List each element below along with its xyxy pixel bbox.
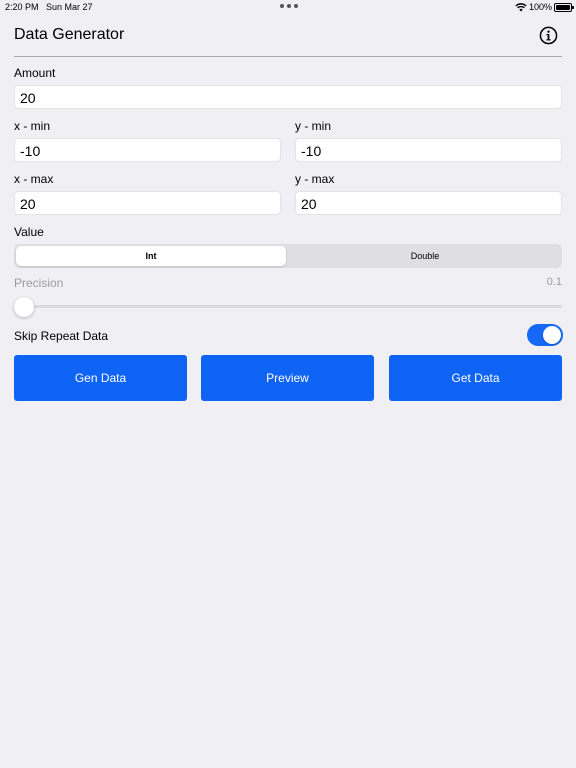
y-min-field[interactable]: -10 bbox=[295, 138, 562, 162]
y-max-label: y - max bbox=[295, 172, 335, 186]
y-max-field[interactable]: 20 bbox=[295, 191, 562, 215]
skip-repeat-toggle[interactable] bbox=[527, 324, 563, 346]
header-divider bbox=[14, 56, 562, 57]
wifi-icon bbox=[515, 3, 527, 12]
info-circle-icon[interactable] bbox=[539, 26, 558, 45]
x-min-field[interactable]: -10 bbox=[14, 138, 281, 162]
segment-double[interactable]: Double bbox=[290, 246, 560, 266]
amount-field[interactable]: 20 bbox=[14, 85, 562, 109]
status-bar: 2:20 PM Sun Mar 27 100% bbox=[0, 0, 576, 14]
status-date: Sun Mar 27 bbox=[46, 2, 93, 12]
gen-data-button[interactable]: Gen Data bbox=[14, 355, 187, 401]
get-data-button[interactable]: Get Data bbox=[389, 355, 562, 401]
x-max-label: x - max bbox=[14, 172, 54, 186]
x-min-label: x - min bbox=[14, 119, 50, 133]
segment-int[interactable]: Int bbox=[16, 246, 286, 266]
toggle-knob bbox=[543, 326, 561, 344]
status-time: 2:20 PM bbox=[5, 2, 39, 12]
x-max-field[interactable]: 20 bbox=[14, 191, 281, 215]
precision-label: Precision bbox=[14, 276, 64, 290]
precision-value: 0.1 bbox=[546, 276, 562, 288]
page-title: Data Generator bbox=[14, 26, 125, 43]
battery-icon bbox=[554, 3, 574, 12]
y-min-label: y - min bbox=[295, 119, 331, 133]
multitasking-dots-icon[interactable] bbox=[280, 4, 298, 8]
preview-button[interactable]: Preview bbox=[201, 355, 374, 401]
skip-repeat-label: Skip Repeat Data bbox=[14, 329, 109, 343]
value-segmented-control: Int Double bbox=[14, 244, 562, 268]
battery-percent: 100% bbox=[529, 2, 553, 12]
amount-label: Amount bbox=[14, 66, 56, 80]
precision-slider-track[interactable] bbox=[14, 305, 562, 308]
precision-slider-thumb[interactable] bbox=[14, 297, 34, 317]
value-label: Value bbox=[14, 225, 44, 239]
